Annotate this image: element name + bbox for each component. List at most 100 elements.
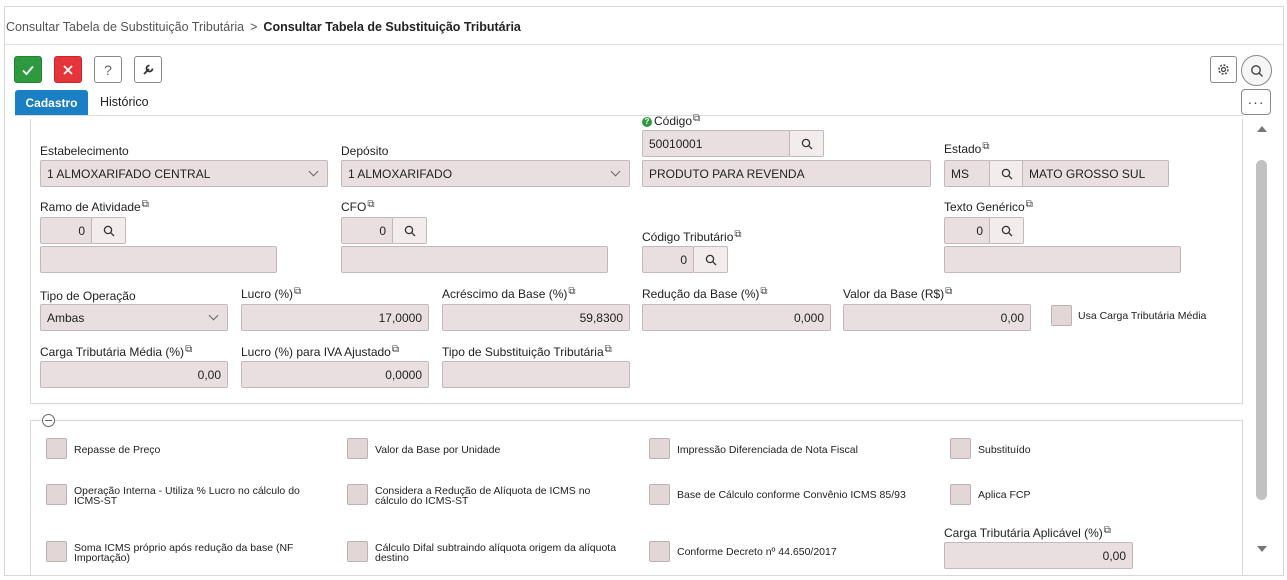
lucro-label: Lucro (%)⧉ bbox=[241, 286, 302, 301]
copy-icon[interactable]: ⧉ bbox=[392, 344, 399, 355]
calculo-difal-label: Cálculo Difal subtraindo alíquota origem… bbox=[375, 542, 617, 564]
scrollbar-thumb[interactable] bbox=[1256, 160, 1267, 500]
ramo-atividade-input[interactable]: 0 bbox=[40, 217, 92, 244]
copy-icon[interactable]: ⧉ bbox=[760, 286, 767, 297]
check-icon bbox=[22, 65, 34, 75]
carga-aplicavel-input[interactable]: 0,00 bbox=[944, 542, 1133, 569]
copy-icon[interactable]: ⧉ bbox=[1026, 199, 1033, 210]
texto-generico-input[interactable]: 0 bbox=[944, 217, 990, 244]
acrescimo-base-input[interactable]: 59,8300 bbox=[442, 304, 630, 331]
texto-generico-value: 0 bbox=[976, 223, 983, 238]
copy-icon[interactable]: ⧉ bbox=[734, 229, 741, 240]
usa-carga-checkbox[interactable] bbox=[1051, 305, 1072, 326]
aplica-fcp-label: Aplica FCP bbox=[978, 489, 1031, 501]
carga-media-label: Carga Tributária Média (%)⧉ bbox=[40, 344, 193, 359]
carga-aplicavel-label: Carga Tributária Aplicável (%)⧉ bbox=[944, 525, 1111, 540]
breadcrumb: Consultar Tabela de Substituição Tributá… bbox=[6, 20, 521, 34]
deposito-select[interactable]: 1 ALMOXARIFADO bbox=[341, 160, 630, 187]
codigo-value: 50010001 bbox=[649, 136, 703, 151]
carga-media-input[interactable]: 0,00 bbox=[40, 361, 228, 388]
copy-icon[interactable]: ⧉ bbox=[294, 286, 301, 297]
estado-name: MATO GROSSO SUL bbox=[1022, 160, 1169, 187]
deposito-value: 1 ALMOXARIFADO bbox=[348, 166, 453, 181]
soma-icms-label: Soma ICMS próprio após redução da base (… bbox=[74, 542, 294, 564]
tab-historico[interactable]: Histórico bbox=[100, 95, 149, 109]
tipo-substituicao-input[interactable] bbox=[442, 361, 630, 388]
estabelecimento-label: Estabelecimento bbox=[40, 144, 129, 158]
breadcrumb-parent[interactable]: Consultar Tabela de Substituição Tributá… bbox=[6, 20, 244, 34]
conforme-decreto-checkbox[interactable] bbox=[649, 541, 670, 562]
reducao-base-label: Redução da Base (%)⧉ bbox=[642, 286, 768, 301]
lucro-input[interactable]: 17,0000 bbox=[241, 304, 429, 331]
scroll-up-arrow-icon[interactable] bbox=[1257, 126, 1267, 132]
base-calculo-convenio-checkbox[interactable] bbox=[649, 484, 670, 505]
codigo-search-button[interactable] bbox=[789, 130, 824, 157]
codigo-label: ? Código⧉ bbox=[642, 113, 700, 128]
help-button[interactable]: ? bbox=[94, 56, 122, 83]
chevron-down-icon bbox=[308, 166, 319, 177]
copy-icon[interactable]: ⧉ bbox=[945, 286, 952, 297]
impressao-diferenciada-label: Impressão Diferenciada de Nota Fiscal bbox=[677, 444, 858, 456]
copy-icon[interactable]: ⧉ bbox=[605, 344, 612, 355]
deposito-label: Depósito bbox=[341, 144, 389, 158]
carga-aplicavel-value: 0,00 bbox=[1102, 548, 1126, 563]
soma-icms-checkbox[interactable] bbox=[46, 541, 67, 562]
considera-reducao-label: Considera a Redução de Alíquota de ICMS … bbox=[375, 485, 591, 507]
texto-generico-search-button[interactable] bbox=[989, 217, 1024, 244]
reducao-base-input[interactable]: 0,000 bbox=[642, 304, 831, 331]
scroll-down-arrow-icon[interactable] bbox=[1257, 546, 1267, 552]
chevron-down-icon bbox=[610, 166, 621, 177]
texto-generico-description bbox=[944, 246, 1181, 273]
cfo-label: CFO⧉ bbox=[341, 199, 375, 214]
header-divider bbox=[5, 44, 1283, 45]
confirm-button[interactable] bbox=[14, 56, 42, 83]
reducao-base-value: 0,000 bbox=[793, 310, 824, 325]
copy-icon[interactable]: ⧉ bbox=[367, 199, 374, 210]
texto-generico-label: Texto Genérico⧉ bbox=[944, 199, 1033, 214]
estado-code-input[interactable]: MS bbox=[944, 160, 990, 187]
copy-icon[interactable]: ⧉ bbox=[142, 199, 149, 210]
copy-icon[interactable]: ⧉ bbox=[982, 141, 989, 152]
estabelecimento-select[interactable]: 1 ALMOXARIFADO CENTRAL bbox=[40, 160, 328, 187]
estado-search-button[interactable] bbox=[989, 160, 1024, 187]
lucro-iva-input[interactable]: 0,0000 bbox=[241, 361, 429, 388]
search-icon bbox=[1001, 168, 1012, 179]
codigo-tributario-search-button[interactable] bbox=[693, 246, 728, 273]
repasse-preco-label: Repasse de Preço bbox=[74, 444, 161, 456]
ramo-atividade-search-button[interactable] bbox=[91, 217, 126, 244]
codigo-description: PRODUTO PARA REVENDA bbox=[642, 160, 931, 187]
estado-code-value: MS bbox=[951, 166, 969, 181]
usa-carga-label: Usa Carga Tributária Média bbox=[1078, 310, 1207, 322]
operacao-interna-checkbox[interactable] bbox=[46, 484, 67, 505]
more-options-button[interactable]: ··· bbox=[1241, 89, 1271, 115]
question-icon[interactable]: ? bbox=[642, 116, 652, 127]
valor-base-label: Valor da Base (R$)⧉ bbox=[843, 286, 953, 301]
tab-cadastro[interactable]: Cadastro bbox=[15, 90, 88, 115]
substituido-checkbox[interactable] bbox=[950, 438, 971, 459]
cancel-button[interactable] bbox=[54, 56, 82, 83]
repasse-preco-checkbox[interactable] bbox=[46, 438, 67, 459]
considera-reducao-checkbox[interactable] bbox=[347, 484, 368, 505]
codigo-tributario-value: 0 bbox=[680, 252, 687, 267]
impressao-diferenciada-checkbox[interactable] bbox=[649, 438, 670, 459]
valor-base-unidade-checkbox[interactable] bbox=[347, 438, 368, 459]
tools-button[interactable] bbox=[134, 56, 162, 83]
aplica-fcp-checkbox[interactable] bbox=[950, 484, 971, 505]
ramo-atividade-description bbox=[40, 246, 277, 273]
codigo-tributario-input[interactable]: 0 bbox=[642, 246, 694, 273]
valor-base-input[interactable]: 0,00 bbox=[843, 304, 1031, 331]
lucro-value: 17,0000 bbox=[378, 310, 422, 325]
cfo-description bbox=[341, 246, 608, 273]
settings-button[interactable] bbox=[1210, 56, 1237, 83]
cfo-search-button[interactable] bbox=[392, 217, 427, 244]
calculo-difal-checkbox[interactable] bbox=[347, 541, 368, 562]
collapse-icon[interactable] bbox=[42, 414, 55, 427]
global-search-button[interactable] bbox=[1241, 55, 1272, 86]
codigo-input[interactable]: 50010001 bbox=[642, 130, 790, 157]
copy-icon[interactable]: ⧉ bbox=[693, 113, 700, 124]
cfo-input[interactable]: 0 bbox=[341, 217, 393, 244]
tipo-operacao-select[interactable]: Ambas bbox=[40, 304, 228, 331]
copy-icon[interactable]: ⧉ bbox=[1104, 525, 1111, 536]
copy-icon[interactable]: ⧉ bbox=[568, 286, 575, 297]
copy-icon[interactable]: ⧉ bbox=[185, 344, 192, 355]
